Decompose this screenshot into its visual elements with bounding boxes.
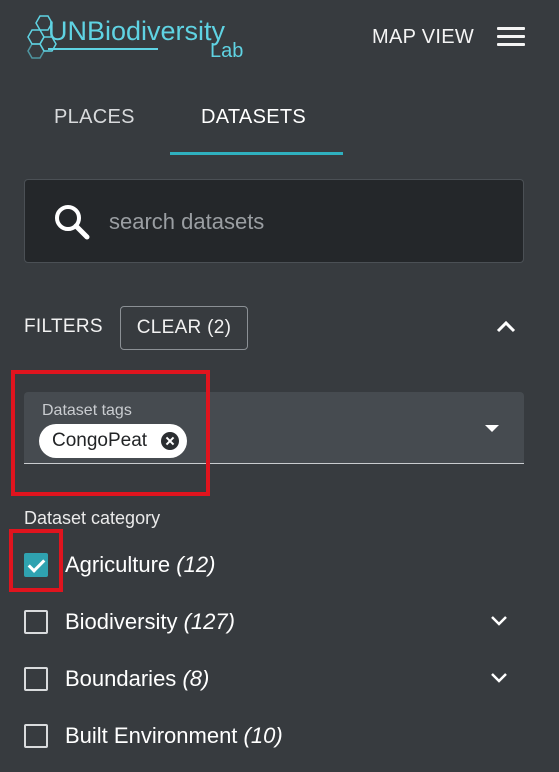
active-tab-indicator bbox=[170, 152, 343, 155]
arrow-drop-down-icon[interactable] bbox=[485, 425, 499, 432]
category-item-built-environment[interactable]: Built Environment (10) bbox=[24, 715, 524, 755]
category-checkbox[interactable] bbox=[24, 610, 48, 634]
category-count: (10) bbox=[243, 723, 283, 748]
category-count: (8) bbox=[182, 666, 210, 691]
search-icon[interactable] bbox=[52, 202, 92, 242]
category-item-biodiversity[interactable]: Biodiversity (127) bbox=[24, 601, 524, 641]
category-label: Agriculture (12) bbox=[65, 552, 216, 577]
dataset-category-title: Dataset category bbox=[24, 508, 161, 528]
annotation-highlight-checkbox bbox=[9, 529, 63, 592]
tab-datasets[interactable]: DATASETS bbox=[201, 106, 306, 129]
map-view-button[interactable]: MAP VIEW bbox=[372, 26, 474, 49]
filters-label: FILTERS bbox=[24, 316, 103, 337]
category-count: (12) bbox=[176, 552, 216, 577]
logo-underline bbox=[48, 48, 158, 50]
chevron-down-icon[interactable] bbox=[490, 614, 508, 628]
category-label: Built Environment (10) bbox=[65, 723, 283, 748]
logo-subtext: Lab bbox=[210, 40, 244, 62]
hamburger-menu-icon[interactable] bbox=[497, 27, 527, 49]
annotation-highlight-tags bbox=[11, 370, 210, 496]
category-label: Biodiversity (127) bbox=[65, 609, 235, 634]
chevron-up-icon[interactable] bbox=[494, 316, 518, 336]
chevron-down-icon[interactable] bbox=[490, 671, 508, 685]
header: UNBiodiversity Lab MAP VIEW bbox=[0, 0, 559, 75]
logo-text: UNBiodiversity bbox=[48, 16, 226, 46]
search-input[interactable] bbox=[109, 200, 499, 244]
category-checkbox[interactable] bbox=[24, 667, 48, 691]
dataset-panel: UNBiodiversity Lab MAP VIEW PLACES DATAS… bbox=[0, 0, 559, 772]
search-box bbox=[24, 179, 524, 263]
category-label: Boundaries (8) bbox=[65, 666, 210, 691]
category-checkbox[interactable] bbox=[24, 724, 48, 748]
unbiodiversity-lab-logo[interactable]: UNBiodiversity Lab bbox=[26, 10, 256, 65]
category-item-agriculture[interactable]: Agriculture (12) bbox=[24, 544, 524, 584]
category-item-boundaries[interactable]: Boundaries (8) bbox=[24, 658, 524, 698]
clear-filters-button[interactable]: CLEAR (2) bbox=[120, 306, 248, 350]
tab-places[interactable]: PLACES bbox=[54, 106, 135, 129]
category-count: (127) bbox=[183, 609, 235, 634]
tab-bar: PLACES DATASETS bbox=[0, 88, 559, 158]
